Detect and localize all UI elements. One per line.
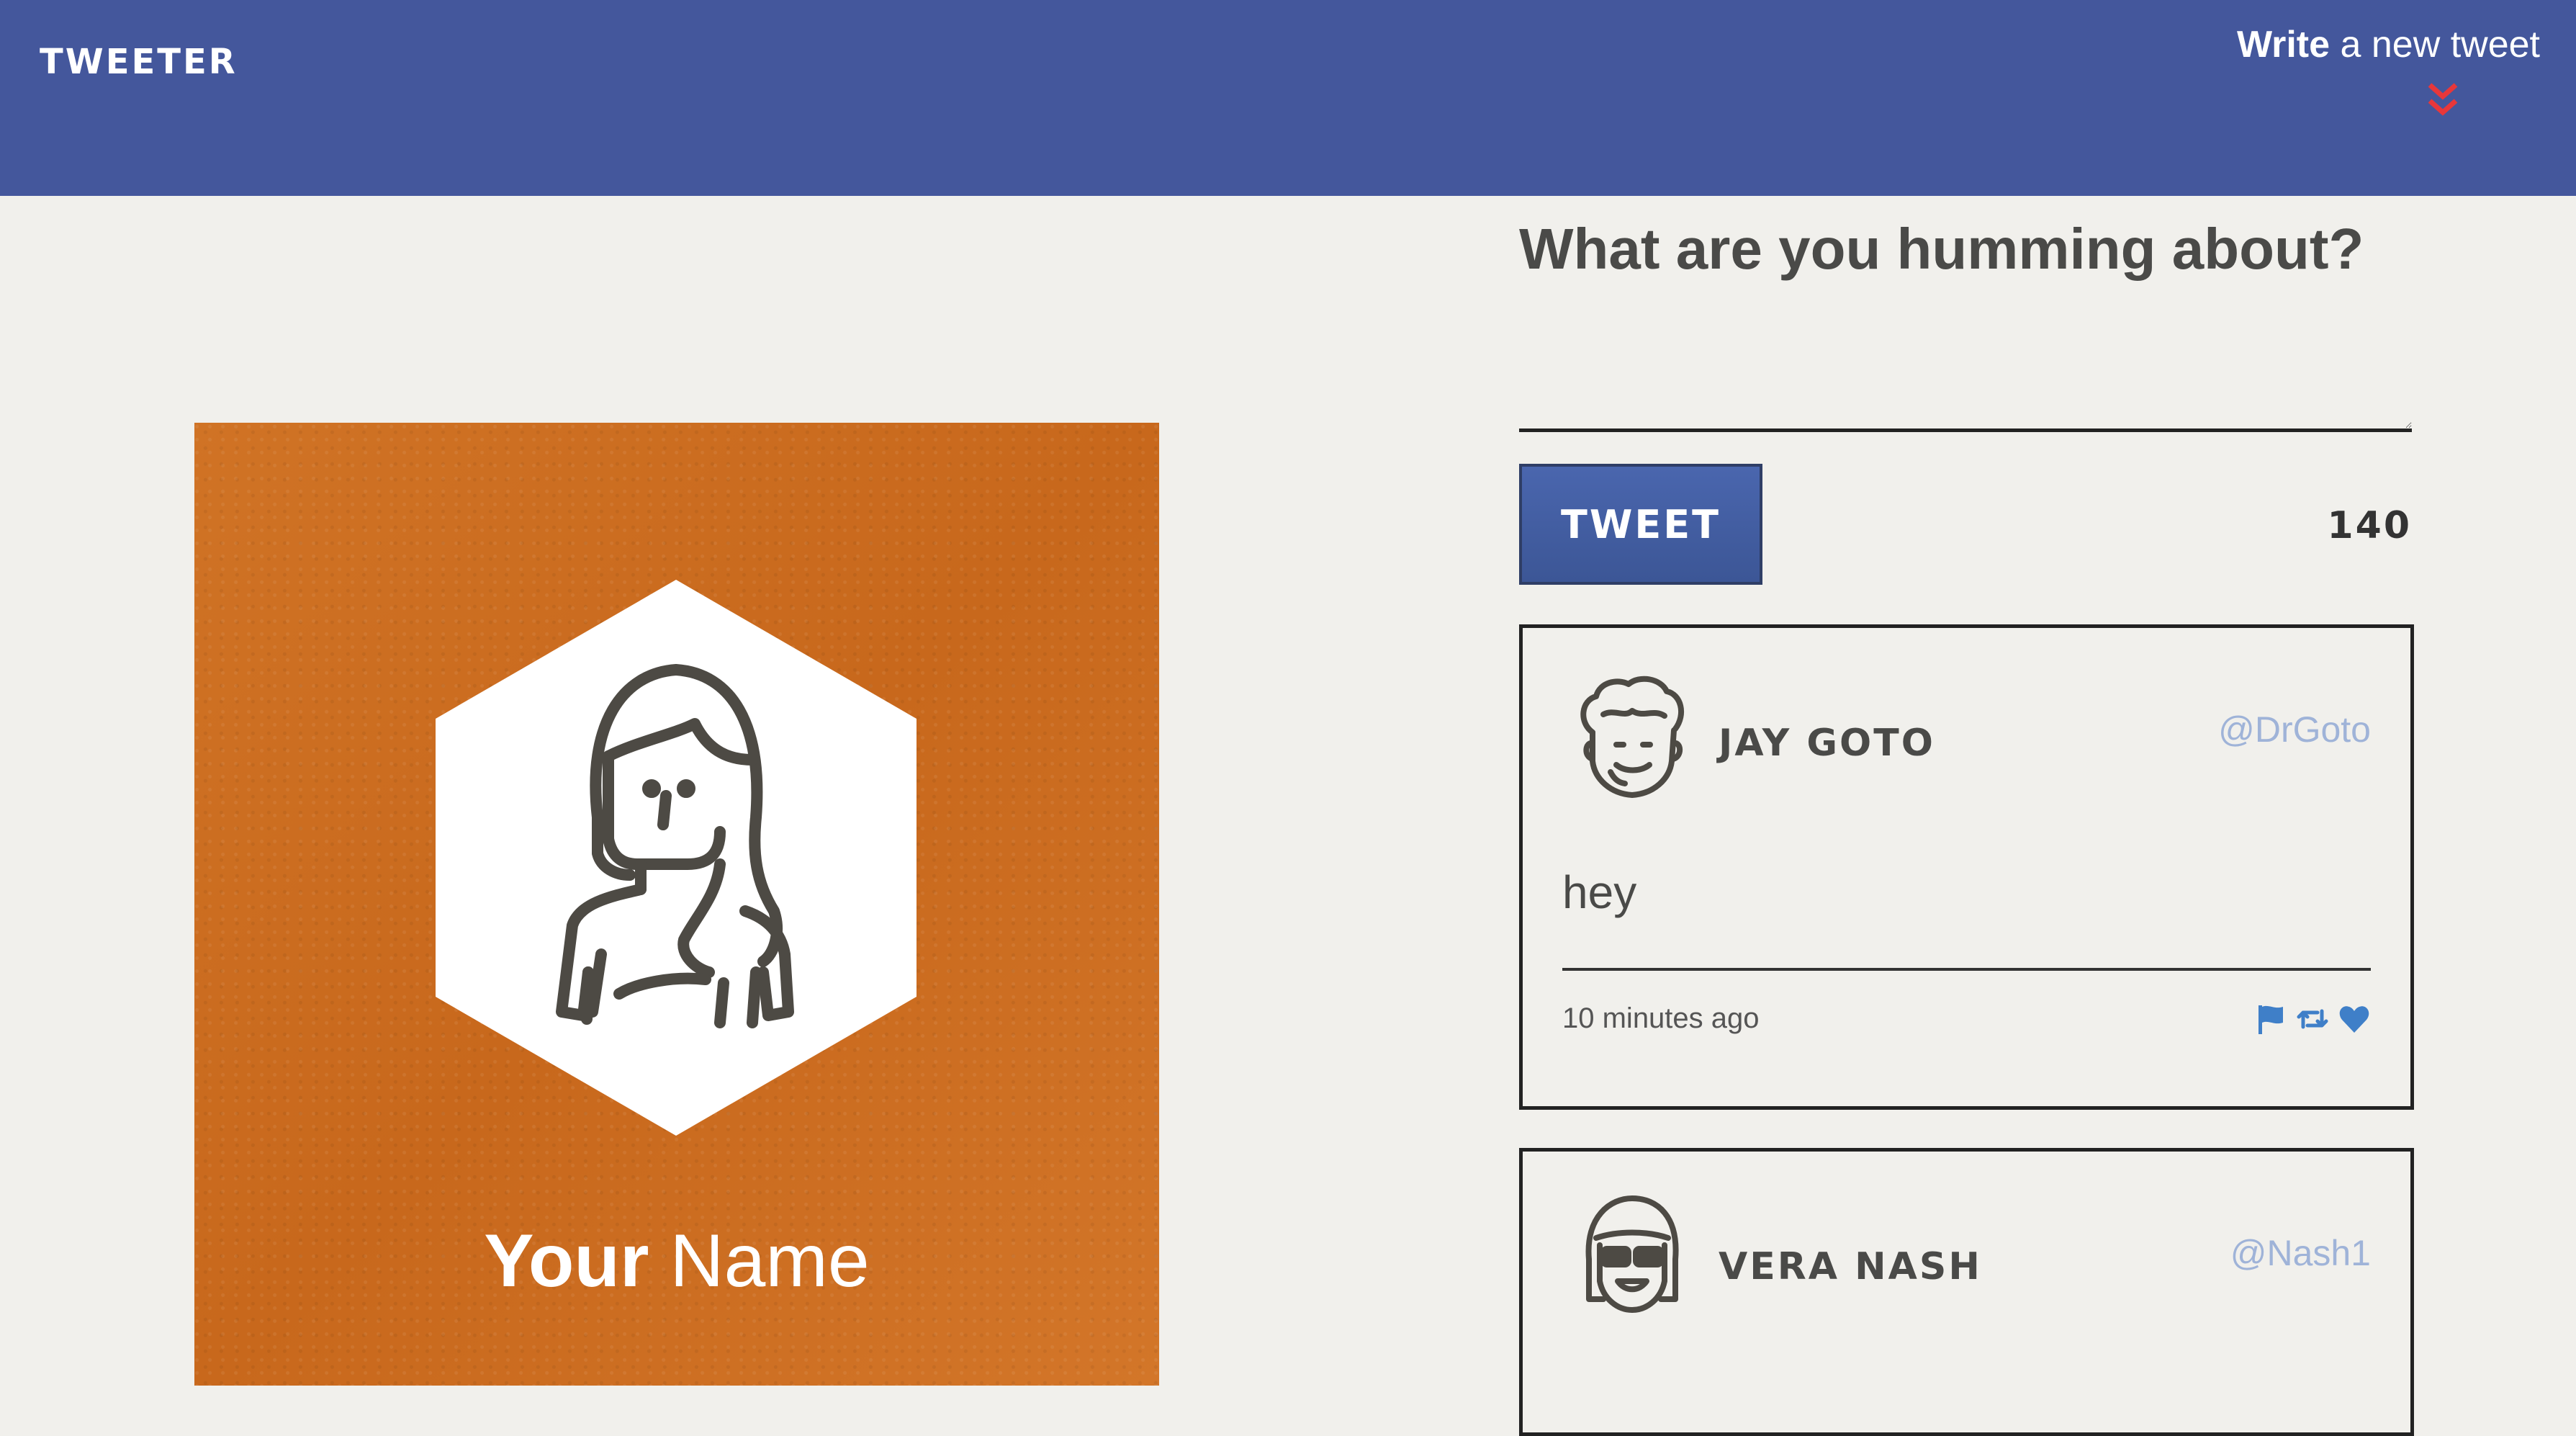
character-counter: 140 xyxy=(2327,504,2412,547)
tweet-handle[interactable]: @Nash1 xyxy=(2230,1232,2371,1274)
tweet-text: hey xyxy=(1562,866,1637,918)
write-label-strong: Write xyxy=(2236,24,2330,66)
tweet-display-name[interactable]: JAY GOTO xyxy=(1719,722,1935,765)
sunglasses-avatar-icon xyxy=(1585,1195,1679,1313)
retweet-icon[interactable] xyxy=(2296,1002,2329,1036)
write-label-rest: a new tweet xyxy=(2330,24,2540,66)
tweet-handle[interactable]: @DrGoto xyxy=(2218,709,2371,750)
double-chevron-down-icon[interactable] xyxy=(2421,72,2464,122)
profile-card: Your Name xyxy=(194,423,1159,1386)
profile-avatar xyxy=(436,580,917,1136)
heart-icon[interactable] xyxy=(2338,1002,2371,1036)
tweet-input[interactable] xyxy=(1519,302,2412,432)
profile-name: Your Name xyxy=(194,1219,1159,1304)
tweet-divider xyxy=(1562,968,2371,971)
avatar-hexagon-shape xyxy=(436,580,917,1136)
write-new-tweet-toggle[interactable]: Write a new tweet xyxy=(2209,23,2540,117)
tweet-card: VERA NASH @Nash1 xyxy=(1519,1148,2414,1436)
tweet-actions xyxy=(2254,1002,2371,1036)
brand-logo[interactable]: TWEETER xyxy=(40,42,238,82)
curly-hair-man-avatar-icon xyxy=(1580,676,1684,798)
tweet-submit-button[interactable]: TWEET xyxy=(1519,464,1762,585)
write-new-tweet-label: Write a new tweet xyxy=(2237,23,2540,66)
profile-last-name: Name xyxy=(649,1219,870,1303)
tweet-timestamp: 10 minutes ago xyxy=(1562,1002,1760,1034)
tweet-card: JAY GOTO @DrGoto hey 10 minutes ago xyxy=(1519,624,2414,1110)
tweet-display-name[interactable]: VERA NASH xyxy=(1719,1245,1982,1288)
flag-icon[interactable] xyxy=(2254,1002,2287,1036)
top-navbar: TWEETER Write a new tweet xyxy=(0,0,2576,196)
compose-title: What are you humming about? xyxy=(1519,217,2364,281)
profile-first-name: Your xyxy=(484,1219,649,1303)
